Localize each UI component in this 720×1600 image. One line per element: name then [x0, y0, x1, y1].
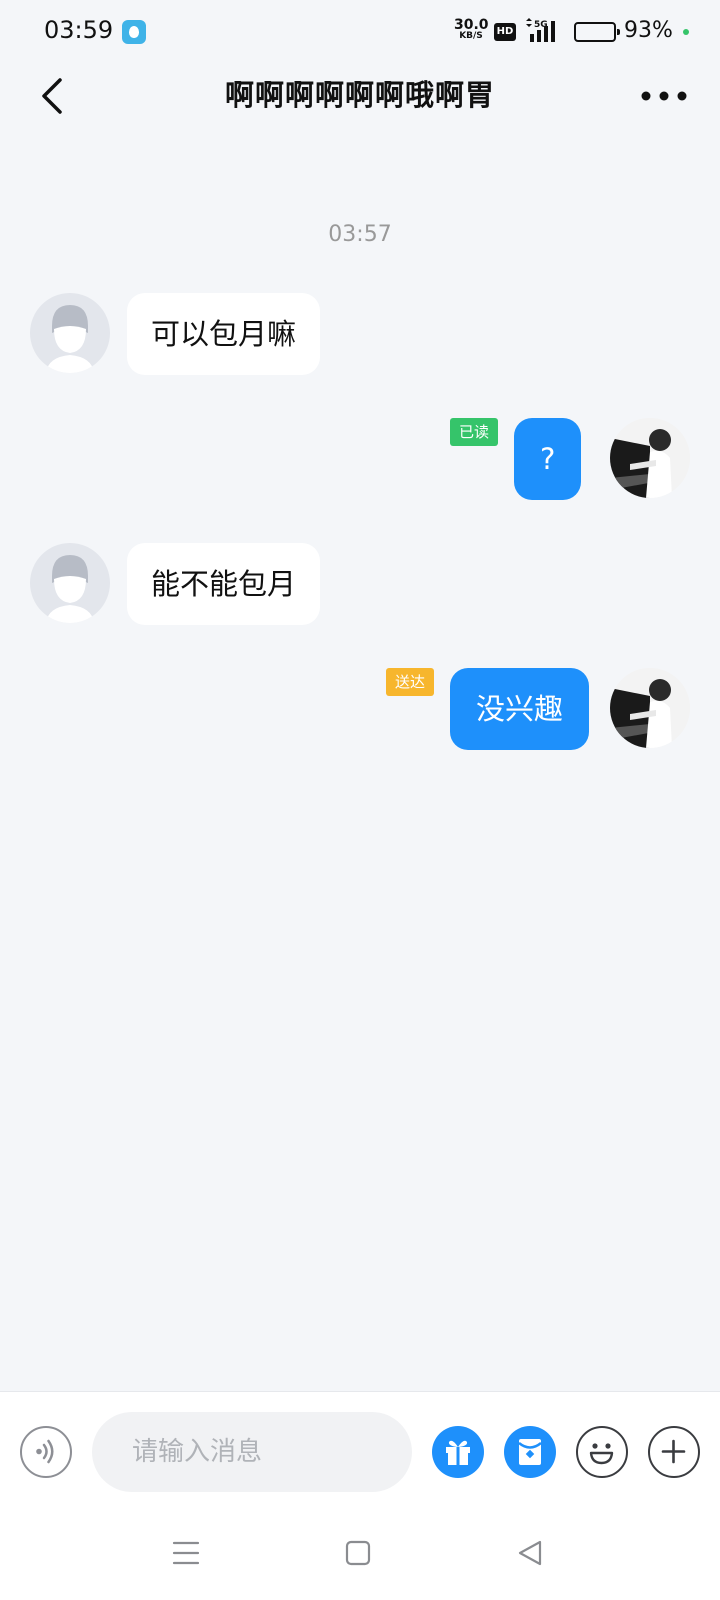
home-icon[interactable]: [338, 1533, 378, 1573]
profile-photo-icon: [610, 668, 690, 748]
outgoing-message-bubble[interactable]: 没兴趣: [450, 668, 590, 750]
chat-title: 啊啊啊啊啊啊哦啊胃: [224, 78, 495, 112]
profile-photo-icon: [610, 418, 690, 498]
outgoing-message-bubble[interactable]: ?: [514, 418, 582, 500]
more-actions-button[interactable]: [648, 1426, 700, 1478]
network-speed-unit: KB/S: [459, 31, 483, 41]
chat-header: 啊啊啊啊啊啊哦啊胃: [0, 64, 720, 144]
red-packet-button[interactable]: [504, 1426, 556, 1478]
battery-icon: [574, 22, 620, 42]
read-status-tag: 已读: [450, 418, 498, 446]
menu-icon[interactable]: [166, 1533, 206, 1573]
system-navigation-bar: [0, 1507, 720, 1600]
app-notification-icon: [122, 20, 146, 44]
message-timestamp: 03:57: [328, 222, 392, 247]
message-input[interactable]: [92, 1412, 412, 1492]
contact-avatar[interactable]: [30, 293, 110, 373]
default-user-icon: [46, 305, 94, 373]
plus-icon: [661, 1439, 686, 1464]
network-speed-value: 30.0: [454, 17, 489, 33]
back-icon[interactable]: [510, 1533, 550, 1573]
back-arrow-icon[interactable]: [34, 72, 74, 120]
gift-button[interactable]: [432, 1426, 484, 1478]
my-avatar[interactable]: [610, 418, 690, 498]
emoji-button[interactable]: [576, 1426, 628, 1478]
my-avatar[interactable]: [610, 668, 690, 748]
signal-5g-icon: 5G: [526, 18, 555, 42]
hd-badge: HD: [494, 23, 516, 41]
message-input-bar: [0, 1391, 720, 1507]
delivered-status-tag: 送达: [386, 668, 434, 696]
default-user-icon: [46, 555, 94, 623]
red-packet-icon: [518, 1439, 542, 1465]
voice-input-button[interactable]: [20, 1426, 72, 1478]
contact-avatar[interactable]: [30, 543, 110, 623]
emoji-icon: [589, 1443, 614, 1465]
gift-icon: [446, 1440, 470, 1465]
network-speed: 30.0 KB/S: [454, 17, 489, 41]
incoming-message-bubble[interactable]: 可以包月嘛: [127, 293, 321, 375]
battery-percent: 93%: [624, 18, 673, 43]
status-time: 03:59: [44, 16, 114, 44]
privacy-indicator-dot: [683, 29, 689, 35]
incoming-message-bubble[interactable]: 能不能包月: [127, 543, 321, 625]
voice-icon: [36, 1439, 54, 1464]
more-options-icon[interactable]: [640, 78, 690, 114]
status-bar: 03:59 30.0 KB/S HD 5G 93%: [0, 0, 720, 64]
